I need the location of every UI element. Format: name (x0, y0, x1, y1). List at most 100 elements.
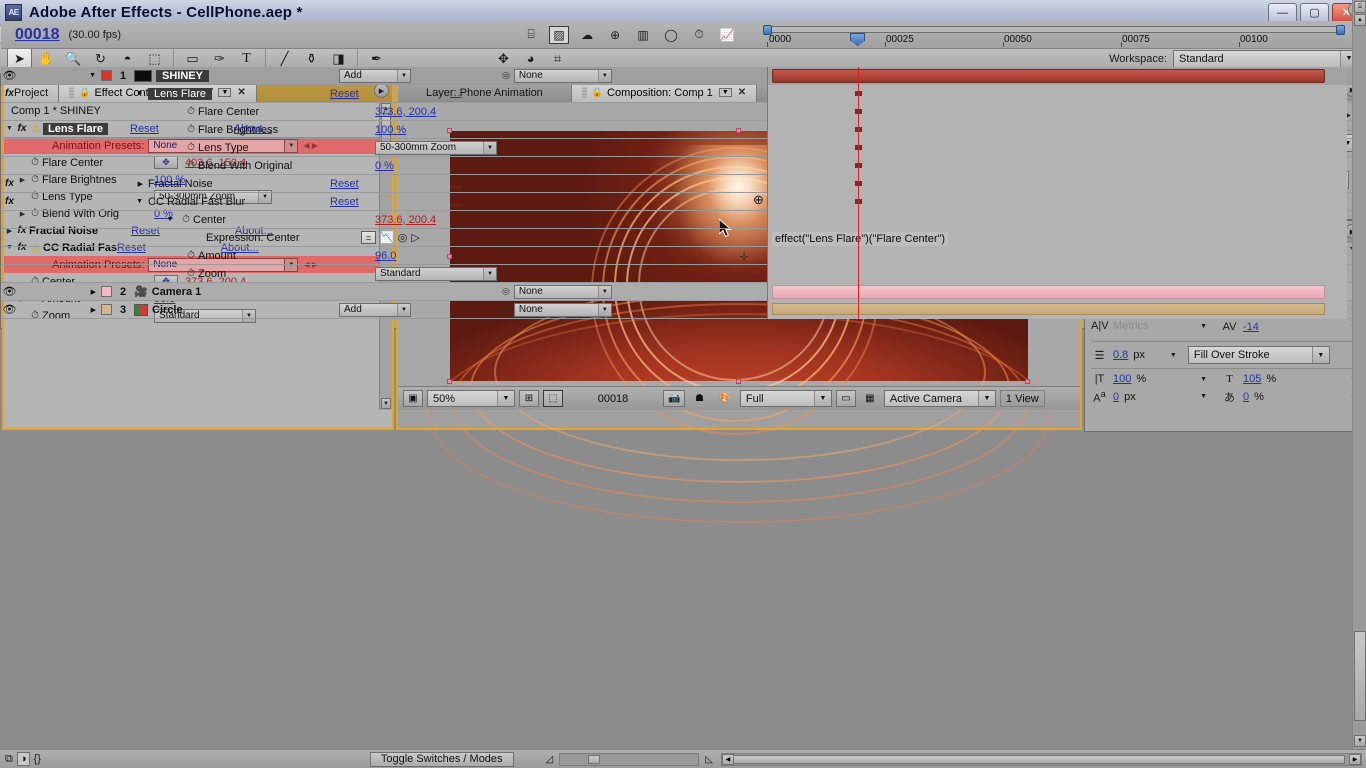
expression-enable-icon[interactable]: = (361, 231, 376, 244)
stroke-width-value[interactable]: 0.8 (1113, 349, 1128, 361)
draft-3d-icon[interactable]: ▨ (549, 25, 570, 44)
transparency-grid-icon[interactable]: ▦ (860, 390, 880, 407)
fill-stroke-order-select[interactable]: Fill Over Stroke ▼ (1187, 346, 1330, 364)
brainstorm-icon[interactable]: ◯ (661, 26, 681, 44)
expression-dots[interactable]: ... (450, 178, 461, 189)
channel-rgb-icon[interactable]: 🎨 (713, 390, 735, 407)
always-preview-icon[interactable]: ▣ (403, 390, 423, 407)
show-snapshot-icon[interactable]: ☗ (689, 390, 709, 407)
twirl-down-icon[interactable]: ▼ (161, 216, 179, 223)
layer-name[interactable]: Circle (152, 304, 183, 316)
vertical-scale-value[interactable]: 100 (1113, 373, 1131, 385)
parent-pickwhip-icon[interactable]: ◎ (502, 286, 510, 297)
scroll-left-icon[interactable]: ◀ (721, 753, 734, 765)
stopwatch-icon[interactable]: ⏱ (184, 124, 198, 135)
parent-pickwhip-icon[interactable]: ◎ (502, 304, 510, 315)
stopwatch-icon[interactable]: ⏱ (179, 214, 193, 225)
chevron-down-icon[interactable]: ▼ (1170, 352, 1177, 359)
expression-dots[interactable]: ... (450, 88, 461, 99)
minimize-button[interactable]: — (1268, 2, 1297, 23)
region-of-interest-icon[interactable]: ▭ (835, 390, 856, 407)
selection-handle-bc[interactable] (736, 379, 741, 384)
comp-flowchart-icon[interactable]: ⌸ (1354, 1, 1366, 13)
layer-visibility-icon[interactable]: 👁 (1, 285, 18, 298)
expression-language-menu-icon[interactable]: ▷ (411, 231, 419, 244)
layer-bar-camera1[interactable] (772, 285, 1325, 299)
timeline-track-area[interactable]: effect("Lens Flare")("Flare Center") (767, 67, 1347, 319)
transfer-controls-icon[interactable]: ◑ (16, 752, 30, 766)
timeline-current-time[interactable]: 00018 (1, 26, 60, 44)
layer-parent-select[interactable]: None ▼ (513, 68, 612, 83)
current-time-indicator[interactable] (858, 67, 859, 319)
chevron-down-icon[interactable]: ▼ (1200, 323, 1207, 330)
scroll-right-icon[interactable]: ▶ (1349, 753, 1361, 765)
zoom-out-timeline-icon[interactable]: ◿ (546, 754, 554, 765)
resolution-select[interactable]: Full ▼ (739, 390, 832, 407)
twirl-down-icon[interactable]: ▼ (18, 90, 148, 97)
tracking-value[interactable]: -14 (1243, 321, 1259, 333)
toggle-switches-modes-button[interactable]: Toggle Switches / Modes (369, 751, 514, 767)
expression-dots[interactable]: ... (450, 196, 461, 207)
expression-graph-icon[interactable]: 📉 (380, 231, 394, 244)
layer-mode-select[interactable]: Add ▼ (339, 68, 411, 83)
timeline-vertical-scrollbar[interactable]: ⌸ ▲ ▼ (1352, 0, 1366, 749)
property-value[interactable]: 100 % (375, 124, 406, 136)
layer-name[interactable]: Camera 1 (152, 286, 202, 298)
stopwatch-icon[interactable]: ⏱ (184, 160, 198, 171)
twirl-right-icon[interactable]: ▶ (69, 288, 101, 296)
twirl-down-icon[interactable]: ▼ (18, 198, 148, 205)
layer-color-swatch[interactable] (101, 304, 112, 315)
scroll-down-icon[interactable]: ▼ (381, 398, 391, 409)
motion-blur-icon[interactable]: ▥ (633, 26, 653, 44)
selection-handle-br[interactable] (1025, 379, 1030, 384)
graph-editor-icon[interactable]: 📈 (717, 26, 737, 44)
zoom-level-select[interactable]: 50% ▼ (427, 390, 515, 407)
title-action-safe-icon[interactable]: ⊞ (519, 390, 539, 407)
view-layout-select[interactable]: 1 View (999, 390, 1045, 407)
property-value[interactable]: 0 % (375, 160, 394, 172)
layer-switches-icon[interactable]: ⧉ (5, 753, 13, 766)
timeline-ruler[interactable]: 0000 00025 00050 00075 00100 (763, 25, 1345, 47)
expression-text[interactable]: effect("Lens Flare")("Flare Center") (772, 232, 949, 246)
property-value[interactable]: 373.6, 200.4 (375, 106, 436, 118)
twirl-down-icon[interactable]: ▼ (69, 72, 101, 79)
layer-bar-shiney[interactable] (772, 69, 1325, 83)
layer-color-swatch[interactable] (101, 286, 112, 297)
workspace-select[interactable]: Standard ▼ (1173, 49, 1358, 68)
scroll-down-icon[interactable]: ▼ (1354, 735, 1366, 747)
layer-parent-select[interactable]: None ▼ (513, 302, 612, 317)
layer-mode-select[interactable]: Add ▼ (339, 302, 411, 317)
tsume-value[interactable]: 0 (1243, 391, 1249, 403)
parent-pickwhip-icon[interactable]: ◎ (502, 70, 510, 81)
twirl-right-icon[interactable]: ▶ (69, 306, 101, 314)
current-time-indicator-head[interactable] (850, 33, 865, 46)
work-area-end-handle[interactable] (1336, 25, 1345, 35)
selection-handle-bl[interactable] (447, 379, 452, 384)
layer-name[interactable]: SHINEY (156, 69, 209, 82)
hide-shy-layers-icon[interactable]: ☁ (577, 26, 597, 44)
composition-mini-flowchart-icon[interactable]: ⌸ (521, 26, 541, 44)
stopwatch-icon[interactable]: ⏱ (184, 268, 198, 279)
auto-keyframe-icon[interactable]: ⏱ (689, 26, 709, 44)
expression-braces-icon[interactable]: {} (34, 753, 41, 765)
vscroll-thumb[interactable] (1354, 631, 1366, 721)
zoom-select-timeline[interactable]: Standard ▼ (375, 266, 497, 281)
timeline-zoom-slider[interactable] (559, 752, 700, 766)
zoom-in-timeline-icon[interactable]: ◺ (705, 754, 713, 765)
maximize-button[interactable]: ▢ (1300, 2, 1329, 23)
layer-visibility-icon[interactable]: 👁 (1, 69, 18, 82)
frame-blending-icon[interactable]: ⊕ (605, 26, 625, 44)
current-time-display[interactable]: 00018 (567, 390, 659, 407)
chevron-down-icon[interactable]: ▼ (1200, 376, 1207, 383)
reset-link[interactable]: Reset (330, 88, 450, 100)
layer-color-swatch[interactable] (101, 70, 112, 81)
reset-link[interactable]: Reset (330, 178, 450, 190)
baseline-shift-value[interactable]: 0 (1113, 391, 1119, 403)
timeline-horizontal-scrollbar[interactable]: ◀ ▶ (720, 752, 1362, 766)
fx-icon[interactable]: fx (1, 88, 18, 99)
layer-parent-select[interactable]: None ▼ (513, 284, 612, 299)
layer-visibility-icon[interactable]: 👁 (1, 303, 18, 316)
fx-icon[interactable]: fx (1, 196, 18, 207)
effect-name[interactable]: CC Radial Fast Blur (148, 196, 330, 208)
take-snapshot-icon[interactable]: 📷 (663, 390, 686, 407)
